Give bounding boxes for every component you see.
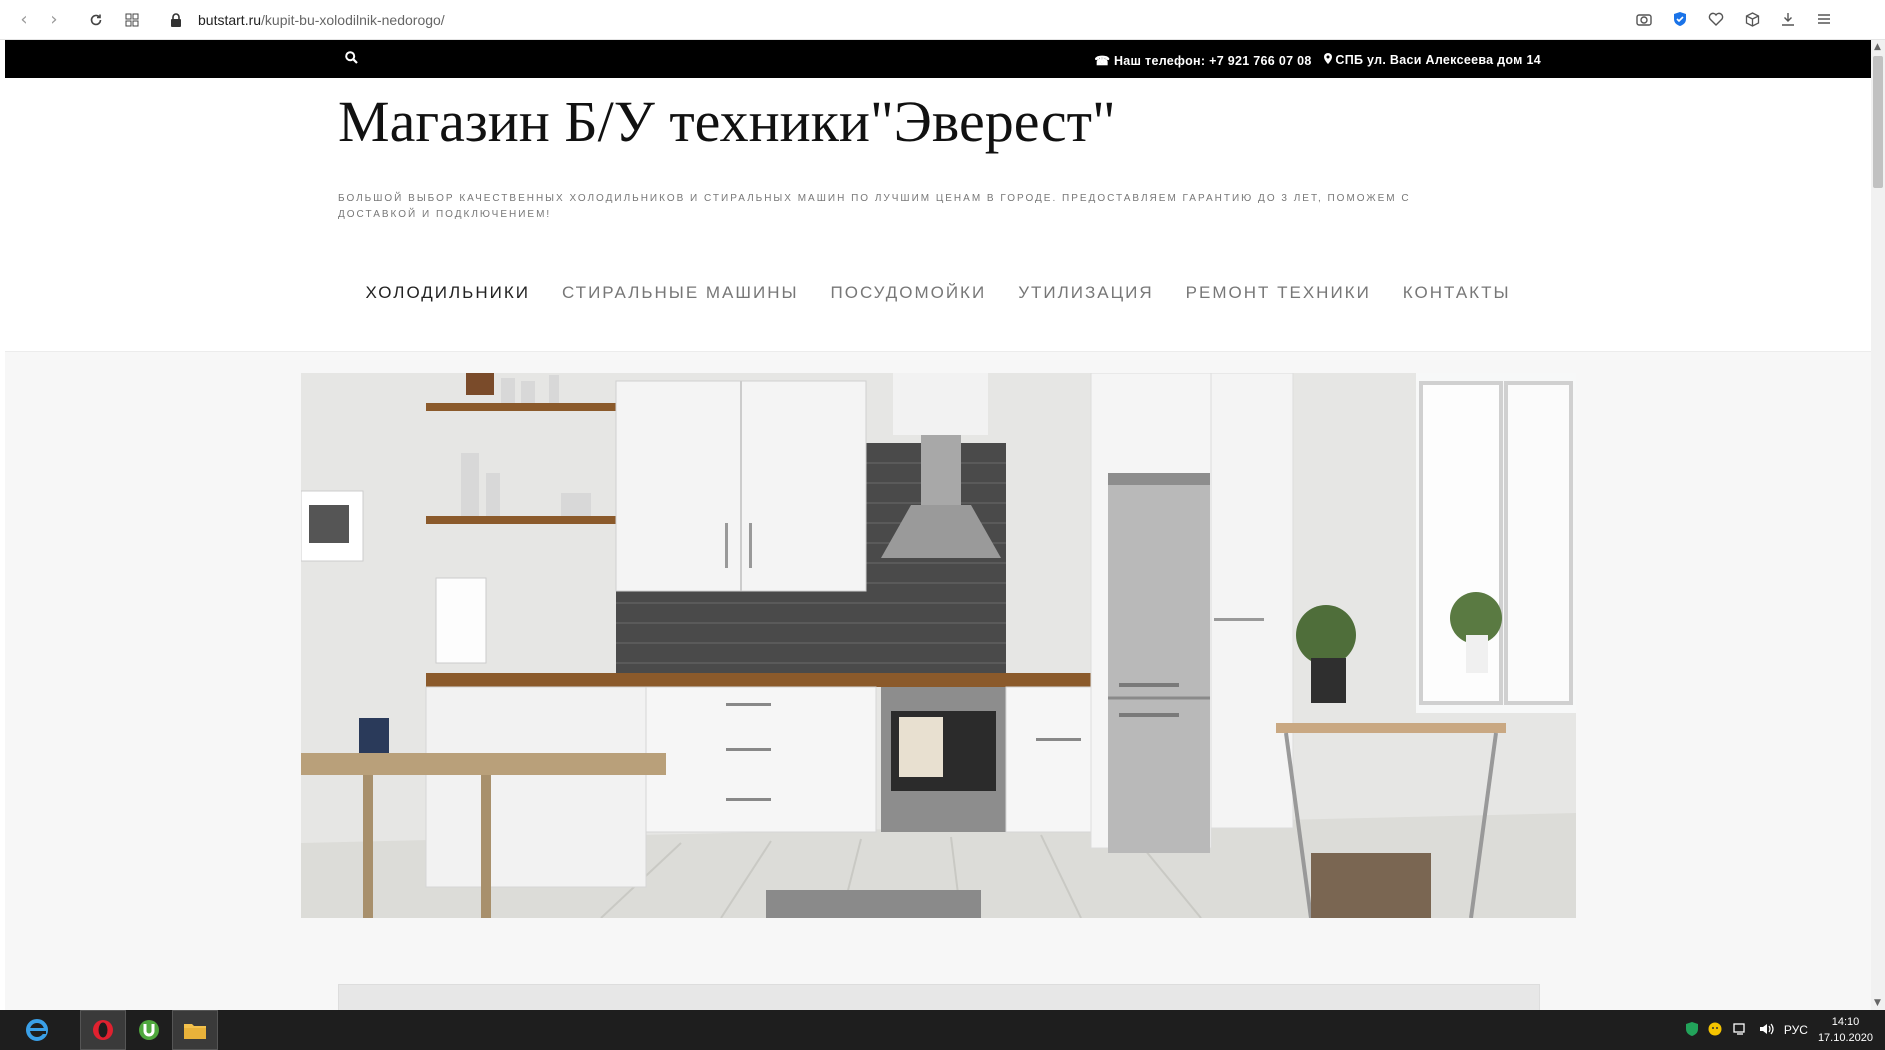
emoji-tray-icon[interactable] (1708, 1022, 1722, 1039)
speed-dial-icon[interactable] (120, 8, 144, 32)
back-icon[interactable]: ‹ (12, 8, 36, 32)
address-bar[interactable]: butstart.ru/kupit-bu-xolodilnik-nedorogo… (198, 12, 445, 28)
menu-item-refrigerators[interactable]: Холодильники (365, 283, 529, 303)
menu-item-recycling[interactable]: Утилизация (1018, 283, 1153, 303)
address-text: СПБ ул. Васи Алексеева дом 14 (1335, 53, 1541, 67)
clock-time: 14:10 (1831, 1016, 1860, 1028)
menu-icon[interactable] (1813, 8, 1835, 30)
heart-icon[interactable] (1705, 8, 1727, 30)
menu-item-repair[interactable]: Ремонт техники (1186, 283, 1371, 303)
network-icon[interactable] (1732, 1022, 1748, 1039)
scrollbar-thumb[interactable] (1873, 56, 1883, 188)
main-menu: Холодильники Стиральные машины Посудомой… (5, 283, 1871, 303)
site-tagline: Большой выбор качественных холодильников… (338, 193, 1411, 220)
hero-kitchen-image (301, 373, 1576, 918)
utorrent-icon[interactable] (126, 1010, 172, 1050)
content-area-start (338, 984, 1540, 1010)
taskbar: РУС 14:10 17.10.2020 (0, 1010, 1885, 1050)
menu-item-dishwashers[interactable]: Посудомойки (831, 283, 987, 303)
lock-icon (164, 8, 188, 32)
menu-item-contacts[interactable]: Контакты (1403, 283, 1511, 303)
cube-icon[interactable] (1741, 8, 1763, 30)
map-marker-icon (1323, 53, 1336, 67)
scroll-down-icon[interactable]: ▼ (1874, 998, 1881, 1008)
page-viewport: ☎ Наш телефон: +7 921 766 07 08 СПБ ул. … (5, 40, 1871, 1010)
reload-icon[interactable] (84, 8, 108, 32)
scrollbar[interactable]: ▲ ▼ (1871, 40, 1885, 1010)
top-info-bar: ☎ Наш телефон: +7 921 766 07 08 СПБ ул. … (5, 40, 1871, 78)
shield-icon[interactable] (1669, 8, 1691, 30)
site-header: Магазин Б/У техники"Эверест" Большой выб… (5, 78, 1871, 352)
camera-icon[interactable] (1633, 8, 1655, 30)
scroll-up-icon[interactable]: ▲ (1874, 42, 1881, 52)
download-icon[interactable] (1777, 8, 1799, 30)
security-tray-icon[interactable] (1685, 1021, 1698, 1039)
file-explorer-icon[interactable] (172, 1010, 218, 1050)
ie-icon[interactable] (14, 1010, 60, 1050)
url-host: butstart.ru (198, 11, 262, 28)
opera-icon[interactable] (80, 1010, 126, 1050)
forward-icon[interactable]: › (42, 8, 66, 32)
menu-item-washing-machines[interactable]: Стиральные машины (562, 283, 799, 303)
phone-info: ☎ Наш телефон: +7 921 766 07 08 (1094, 53, 1311, 68)
browser-toolbar: ‹ › butstart.ru/kupit-bu-xolodilnik-nedo… (0, 0, 1885, 40)
phone-icon: ☎ (1094, 54, 1111, 68)
search-icon[interactable] (345, 51, 358, 68)
clock-date: 17.10.2020 (1817, 1032, 1873, 1044)
address-info: СПБ ул. Васи Алексеева дом 14 (1323, 53, 1541, 68)
language-indicator[interactable]: РУС (1784, 1023, 1808, 1037)
url-path: /kupit-bu-xolodilnik-nedorogo/ (261, 11, 445, 28)
volume-icon[interactable] (1758, 1022, 1774, 1039)
system-tray: РУС 14:10 17.10.2020 (1685, 1010, 1873, 1050)
phone-text: Наш телефон: +7 921 766 07 08 (1113, 54, 1312, 68)
site-title[interactable]: Магазин Б/У техники"Эверест" (338, 88, 1116, 155)
clock[interactable]: 14:10 17.10.2020 (1818, 1014, 1873, 1046)
